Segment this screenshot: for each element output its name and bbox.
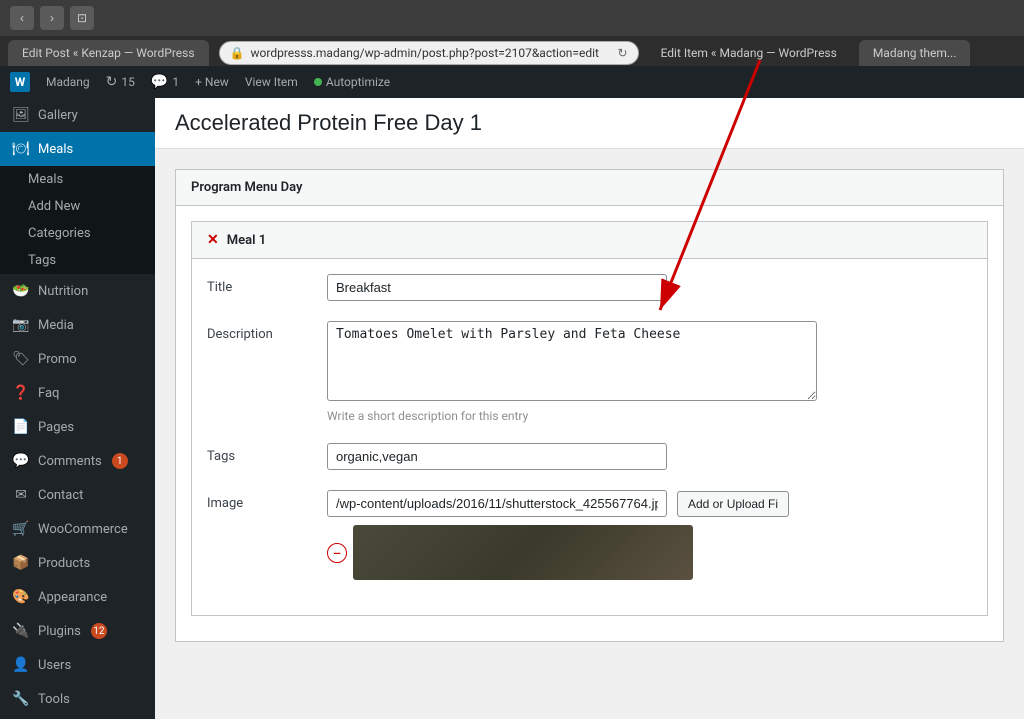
sidebar-item-tags[interactable]: Tags — [0, 247, 155, 274]
browser-tab-2[interactable]: Edit Item « Madang — WordPress — [647, 42, 851, 64]
gallery-icon: 🖼 — [12, 106, 30, 124]
address-bar[interactable]: 🔒 wordpresss.madang/wp-admin/post.php?po… — [219, 41, 639, 65]
woocommerce-icon: 🛒 — [12, 520, 30, 538]
comments-nav-icon: 💬 — [12, 452, 30, 470]
meal-title-field: Title — [207, 274, 972, 301]
sidebar-item-promo[interactable]: 🏷 Promo — [0, 342, 155, 376]
wp-logo[interactable]: W — [10, 72, 30, 92]
tags-input-wrapper — [327, 443, 972, 470]
new-item[interactable]: + New — [195, 75, 229, 89]
media-icon: 📷 — [12, 316, 30, 334]
add-file-button[interactable]: Add or Upload Fi — [677, 491, 789, 517]
description-input-wrapper: Tomatoes Omelet with Parsley and Feta Ch… — [327, 321, 972, 423]
program-menu-meta-box: Program Menu Day ✕ Meal 1 — [175, 169, 1004, 642]
meals-icon: 🍽 — [12, 140, 30, 158]
products-icon: 📦 — [12, 554, 30, 572]
wp-admin-bar: W Madang ↻ 15 💬 1 + New View Item Autopt… — [0, 66, 1024, 98]
meal-image-field: Image Add or Upload Fi − — [207, 490, 972, 580]
app-layout: 🖼 Gallery 🍽 Meals Meals Add New Categori… — [0, 98, 1024, 719]
sidebar-item-plugins[interactable]: 🔌 Plugins 12 — [0, 614, 155, 648]
sidebar-item-meals[interactable]: 🍽 Meals — [0, 132, 155, 166]
tools-icon: 🔧 — [12, 690, 30, 708]
faq-icon: ❓ — [12, 384, 30, 402]
plugins-count-badge: 12 — [91, 623, 107, 639]
remove-image-button[interactable]: − — [327, 543, 347, 563]
meal-tags-field: Tags — [207, 443, 972, 470]
image-label: Image — [207, 490, 327, 580]
sidebar-item-appearance[interactable]: 🎨 Appearance — [0, 580, 155, 614]
browser-tab-3[interactable]: Madang them... — [859, 40, 971, 66]
meal-description-field: Description Tomatoes Omelet with Parsley… — [207, 321, 972, 423]
browser-tab-bar: Edit Post « Kenzap — WordPress 🔒 wordpre… — [0, 36, 1024, 66]
content-header — [155, 98, 1024, 149]
tags-label: Tags — [207, 443, 327, 470]
post-title-input[interactable] — [175, 110, 1004, 136]
meal-tags-input[interactable] — [327, 443, 667, 470]
browser-chrome: ‹ › ⊡ — [0, 0, 1024, 36]
title-input-wrapper — [327, 274, 972, 301]
comments-icon: 💬 — [151, 74, 168, 90]
image-path-input[interactable] — [327, 490, 667, 517]
appearance-icon: 🎨 — [12, 588, 30, 606]
meta-box-header: Program Menu Day — [176, 170, 1003, 206]
sidebar-item-media[interactable]: 📷 Media — [0, 308, 155, 342]
sidebar-item-meals-main[interactable]: Meals — [0, 166, 155, 193]
site-name[interactable]: Madang — [46, 75, 90, 89]
view-item[interactable]: View Item — [245, 75, 298, 89]
autoptimize-dot-icon — [314, 78, 322, 86]
forward-button[interactable]: › — [40, 6, 64, 30]
content-body: Program Menu Day ✕ Meal 1 — [155, 149, 1024, 682]
plugins-icon: 🔌 — [12, 622, 30, 640]
meal-header: ✕ Meal 1 — [192, 222, 987, 259]
image-input-wrapper: Add or Upload Fi − — [327, 490, 972, 580]
sidebar-item-gallery[interactable]: 🖼 Gallery — [0, 98, 155, 132]
users-icon: 👤 — [12, 656, 30, 674]
description-label: Description — [207, 321, 327, 423]
sidebar-item-add-new[interactable]: Add New — [0, 193, 155, 220]
comments-count-badge: 1 — [112, 453, 128, 469]
sidebar-item-users[interactable]: 👤 Users — [0, 648, 155, 682]
image-preview-row: − — [327, 525, 972, 580]
sidebar-submenu-meals: Meals Add New Categories Tags — [0, 166, 155, 274]
meal-body: Title Description — [192, 259, 987, 615]
pages-icon: 📄 — [12, 418, 30, 436]
sidebar-item-contact[interactable]: ✉ Contact — [0, 478, 155, 512]
meal-description-textarea[interactable]: Tomatoes Omelet with Parsley and Feta Ch… — [327, 321, 817, 401]
meal-section-1: ✕ Meal 1 Title — [191, 221, 988, 616]
sidebar-item-products[interactable]: 📦 Products — [0, 546, 155, 580]
title-label: Title — [207, 274, 327, 301]
sidebar-item-nutrition[interactable]: 🥗 Nutrition — [0, 274, 155, 308]
autoptimize-item[interactable]: Autoptimize — [314, 75, 390, 89]
reload-icon[interactable]: ↻ — [618, 46, 628, 60]
updates-icon: ↻ — [106, 74, 118, 90]
fullscreen-button[interactable]: ⊡ — [70, 6, 94, 30]
sidebar-item-tools[interactable]: 🔧 Tools — [0, 682, 155, 716]
meal-remove-button[interactable]: ✕ — [207, 232, 219, 248]
contact-icon: ✉ — [12, 486, 30, 504]
promo-icon: 🏷 — [12, 350, 30, 368]
browser-tab-1[interactable]: Edit Post « Kenzap — WordPress — [8, 40, 209, 66]
browser-nav-buttons[interactable]: ‹ › ⊡ — [10, 6, 94, 30]
sidebar-item-woocommerce[interactable]: 🛒 WooCommerce — [0, 512, 155, 546]
main-content: Program Menu Day ✕ Meal 1 — [155, 98, 1024, 719]
sidebar-item-categories[interactable]: Categories — [0, 220, 155, 247]
nutrition-icon: 🥗 — [12, 282, 30, 300]
sidebar-item-pages[interactable]: 📄 Pages — [0, 410, 155, 444]
meta-box-body: ✕ Meal 1 Title — [176, 206, 1003, 641]
sidebar-item-faq[interactable]: ❓ Faq — [0, 376, 155, 410]
description-hint: Write a short description for this entry — [327, 409, 972, 423]
image-field-row: Add or Upload Fi — [327, 490, 972, 517]
wp-site-logo-icon: W — [10, 72, 30, 92]
sidebar-item-comments[interactable]: 💬 Comments 1 — [0, 444, 155, 478]
updates-item[interactable]: ↻ 15 — [106, 74, 135, 90]
image-preview — [353, 525, 693, 580]
sidebar: 🖼 Gallery 🍽 Meals Meals Add New Categori… — [0, 98, 155, 719]
meal-title-input[interactable] — [327, 274, 667, 301]
back-button[interactable]: ‹ — [10, 6, 34, 30]
comments-item[interactable]: 💬 1 — [151, 74, 179, 90]
